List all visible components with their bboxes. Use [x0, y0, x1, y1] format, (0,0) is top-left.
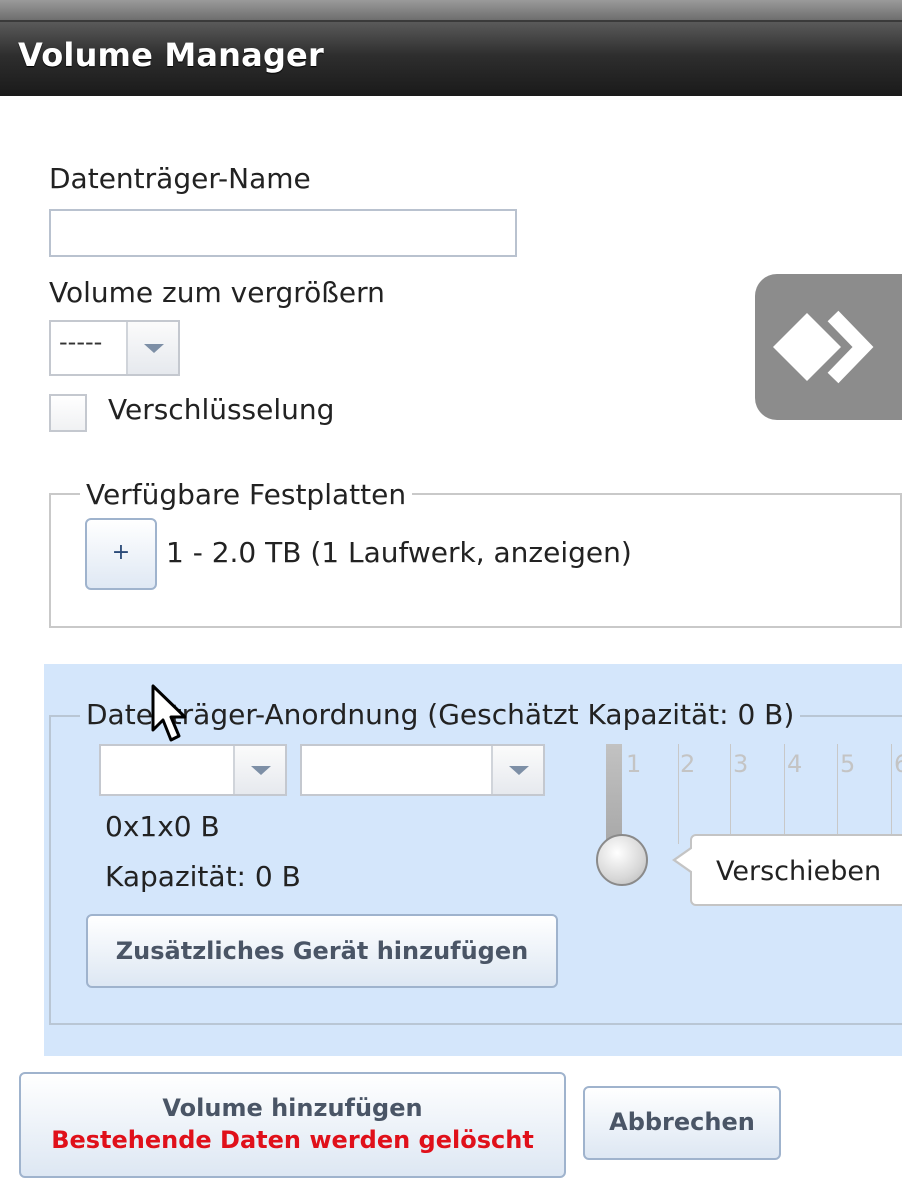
cancel-button[interactable]: Abbrechen: [583, 1086, 781, 1160]
dropdown-button[interactable]: [491, 746, 543, 794]
mouse-cursor-icon: [151, 684, 187, 742]
grid-slider-rail[interactable]: [606, 744, 622, 844]
layout-disks-select[interactable]: [300, 744, 545, 796]
grid-column-number: 2: [680, 750, 696, 778]
enlarge-volume-label: Volume zum vergrößern: [49, 276, 385, 309]
data-loss-warning: Bestehende Daten werden gelöscht: [51, 1126, 534, 1154]
chevron-down-icon: [509, 766, 529, 775]
available-disks-legend: Verfügbare Festplatten: [80, 478, 413, 511]
add-device-button[interactable]: Zusätzliches Gerät hinzufügen: [86, 914, 558, 988]
grid-column-number: 5: [840, 750, 856, 778]
grid-column-number: 4: [787, 750, 803, 778]
volume-name-input[interactable]: [49, 209, 517, 257]
encryption-checkbox[interactable]: [49, 394, 87, 432]
volume-name-label: Datenträger-Name: [49, 162, 311, 195]
grid-column-number: 1: [626, 750, 642, 778]
window-title: Volume Manager: [18, 36, 324, 74]
forward-arrows-icon: [773, 310, 874, 384]
layout-type-select[interactable]: [99, 744, 287, 796]
grid-divider: [678, 744, 679, 844]
dropdown-button[interactable]: [126, 322, 178, 374]
disk-entry[interactable]: 1 - 2.0 TB (1 Laufwerk, anzeigen): [166, 536, 632, 569]
grid-column-number: 3: [733, 750, 749, 778]
expand-disk-button[interactable]: +: [85, 518, 157, 590]
drag-tooltip-text: Verschieben: [716, 856, 882, 887]
dropdown-button[interactable]: [233, 746, 285, 794]
chevron-down-icon: [251, 766, 271, 775]
layout-dimensions: 0x1x0 B: [105, 810, 220, 843]
side-nav-widget[interactable]: [755, 274, 902, 420]
add-volume-button[interactable]: Volume hinzufügen Bestehende Daten werde…: [19, 1072, 566, 1178]
layout-capacity: Kapazität: 0 B: [105, 860, 301, 893]
encryption-label: Verschlüsselung: [108, 393, 335, 426]
grid-column-number: 6: [894, 750, 902, 778]
drag-tooltip: Verschieben: [672, 834, 902, 906]
grid-divider: [730, 744, 731, 844]
window-top-strip: [0, 0, 902, 20]
slider-knob[interactable]: [596, 834, 648, 886]
grid-divider: [837, 744, 838, 844]
chevron-down-icon: [144, 344, 164, 353]
grid-divider: [784, 744, 785, 844]
grid-divider: [891, 744, 892, 844]
enlarge-volume-select[interactable]: -----: [49, 320, 180, 376]
disk-grid[interactable]: 1 2 3 4 5 6: [606, 744, 902, 844]
enlarge-volume-value: -----: [59, 328, 103, 356]
add-volume-label: Volume hinzufügen: [162, 1094, 423, 1122]
